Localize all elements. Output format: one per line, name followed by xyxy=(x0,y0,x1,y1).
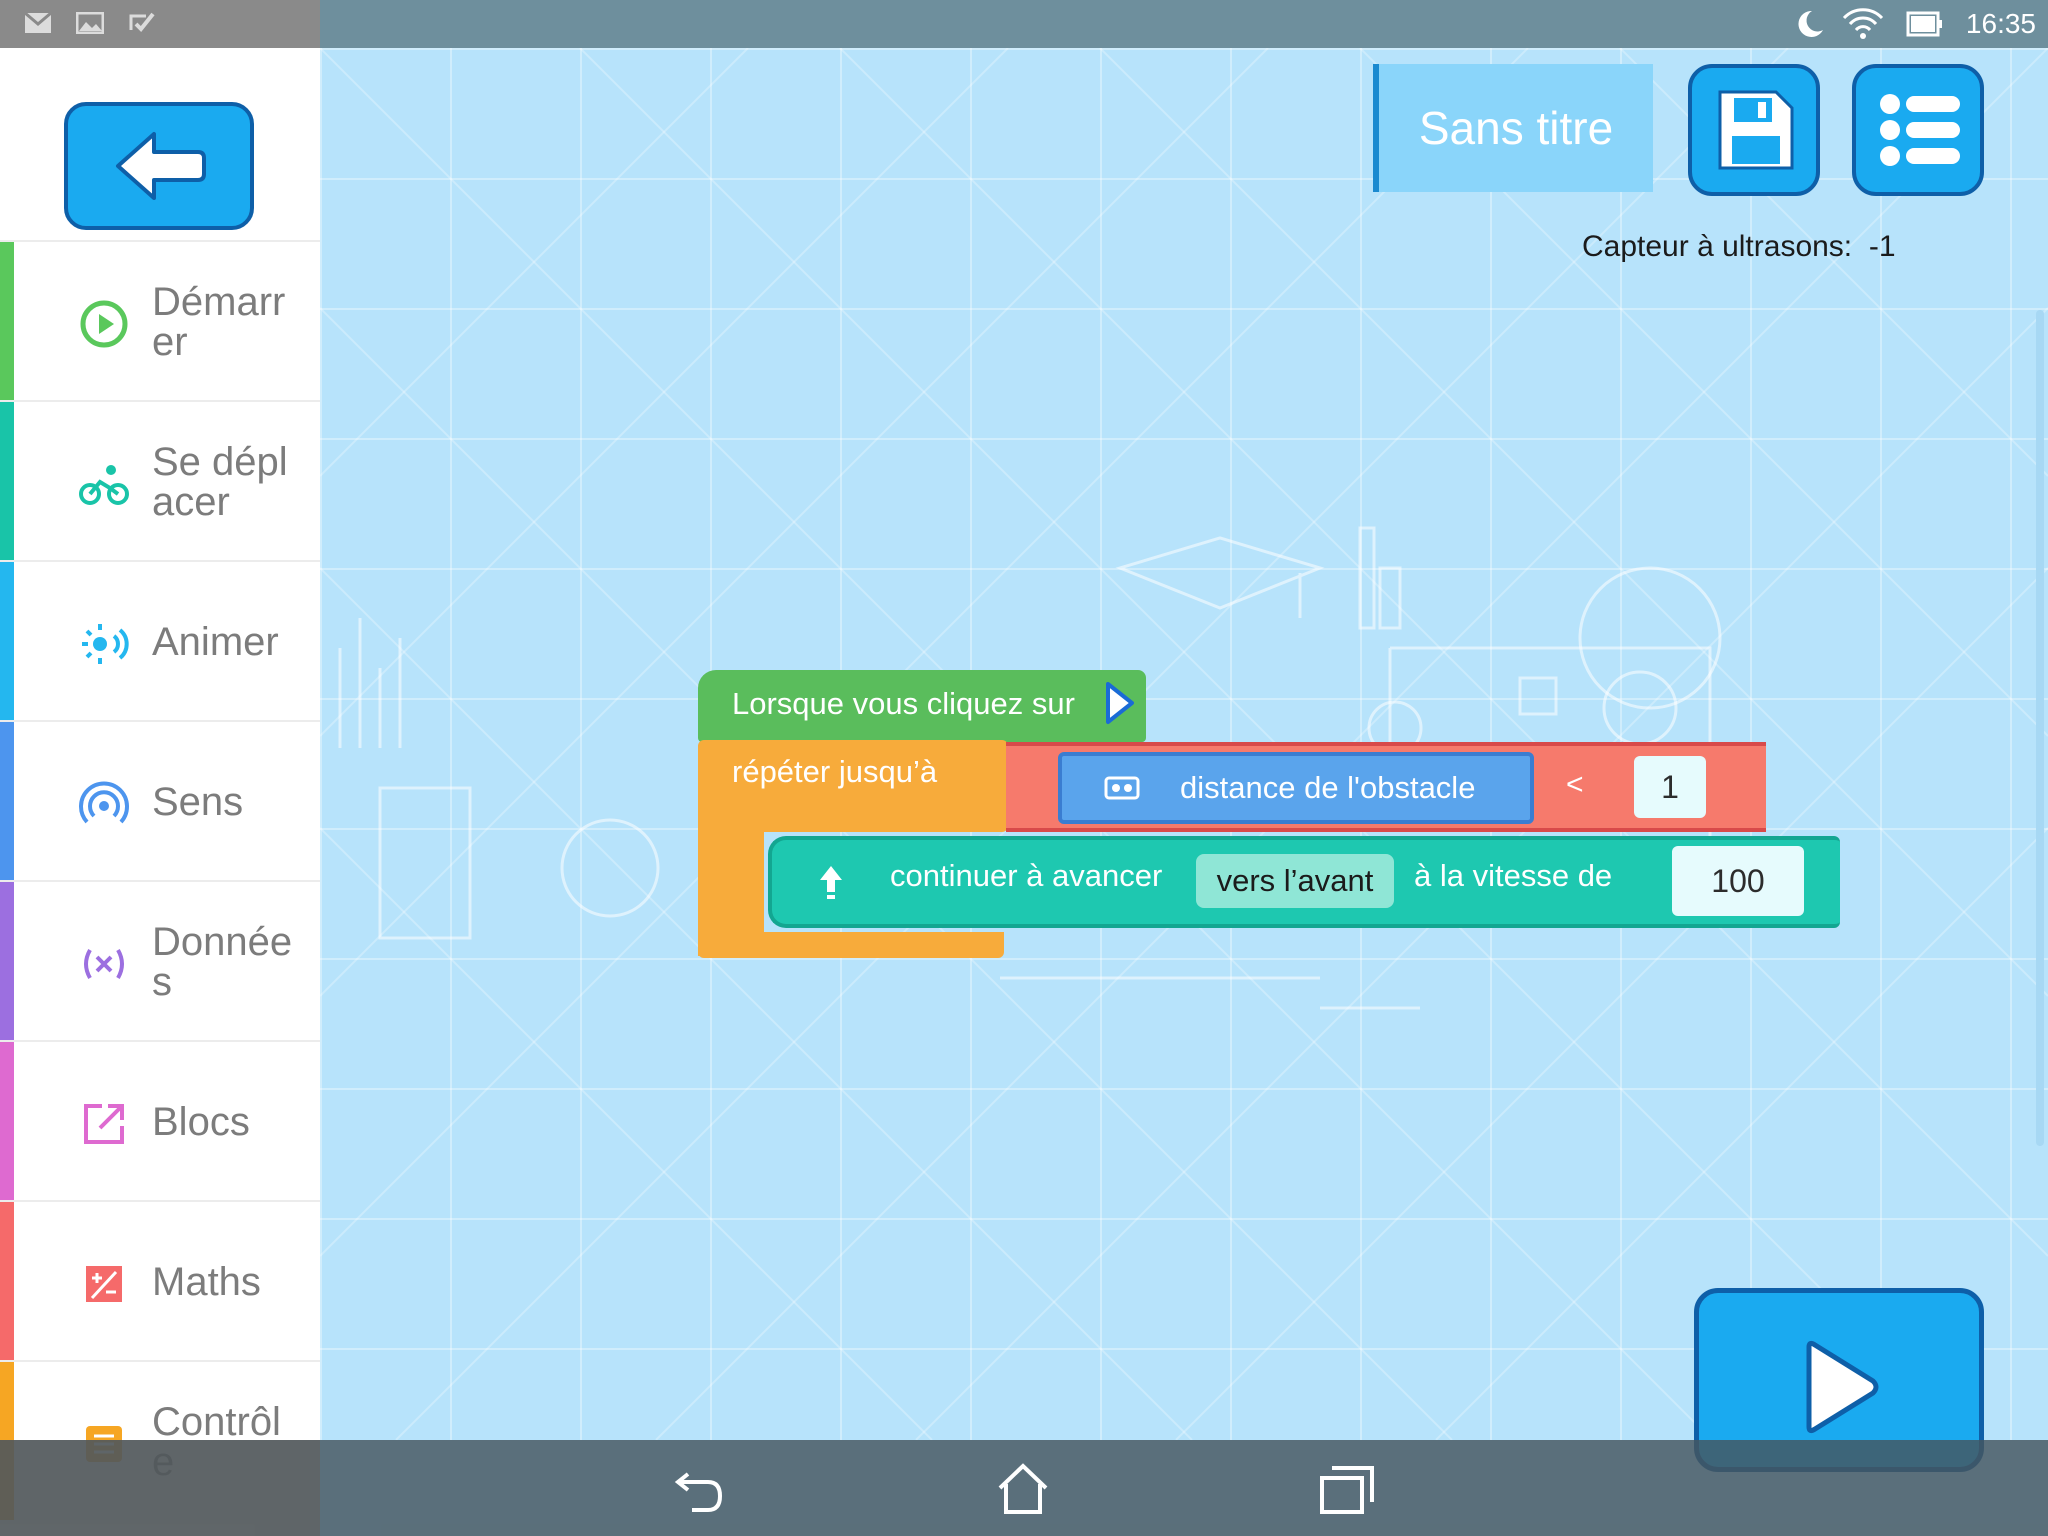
sensor-signal-icon xyxy=(79,781,129,824)
variable-x-icon xyxy=(84,949,124,979)
category-label: Donnée s xyxy=(152,920,293,1004)
category-label: Sens xyxy=(152,780,244,824)
obstacle-distance-block[interactable]: distance de l'obstacle xyxy=(1058,752,1534,824)
sidebar: Démarr er Se dépl acer Animer Sens Donné… xyxy=(0,48,320,1536)
category-move[interactable]: Se dépl acer xyxy=(0,400,320,560)
battery-icon xyxy=(1906,11,1942,37)
light-sound-icon xyxy=(82,624,129,664)
back-icon[interactable] xyxy=(668,1458,730,1520)
block-label: continuer à avancer xyxy=(890,858,1163,893)
direction-dropdown[interactable]: vers l’avant xyxy=(1196,854,1394,908)
clock: 16:35 xyxy=(1965,8,2036,39)
threshold-value-input[interactable]: 1 xyxy=(1634,756,1706,818)
moon-icon xyxy=(1798,10,1823,37)
category-color-bar xyxy=(0,562,14,720)
sensor-readout: Capteur à ultrasons: -1 xyxy=(1582,230,1896,264)
external-box-icon xyxy=(84,1104,124,1144)
arrow-up-icon xyxy=(820,866,842,899)
back-button[interactable] xyxy=(64,102,254,230)
gmail-icon xyxy=(24,12,52,33)
category-math[interactable]: Maths xyxy=(0,1200,320,1360)
home-icon[interactable] xyxy=(992,1458,1054,1520)
status-bar-left xyxy=(0,0,320,48)
category-blocks[interactable]: Blocs xyxy=(0,1040,320,1200)
when-clicked-block[interactable]: Lorsque vous cliquez sur xyxy=(698,670,1146,742)
save-button[interactable] xyxy=(1688,64,1820,196)
block-label: distance de l'obstacle xyxy=(1180,770,1476,805)
play-icon xyxy=(1806,1340,1879,1434)
category-sense[interactable]: Sens xyxy=(0,720,320,880)
category-label: Se dépl acer xyxy=(152,440,288,524)
speed-value-input[interactable]: 100 xyxy=(1672,846,1804,916)
category-label: Maths xyxy=(152,1260,261,1304)
floppy-save-icon xyxy=(1718,90,1794,170)
image-icon xyxy=(76,12,104,34)
play-flag-icon xyxy=(1106,682,1134,724)
bicycle-icon xyxy=(79,465,129,505)
operator-label: < xyxy=(1566,768,1584,801)
category-color-bar xyxy=(0,242,14,400)
category-data[interactable]: Donnée s xyxy=(0,880,320,1040)
navigation-bar-left xyxy=(0,1440,320,1536)
menu-button[interactable] xyxy=(1852,64,1984,196)
category-label: Démarr er xyxy=(152,280,286,364)
play-circle-icon xyxy=(80,300,128,348)
repeat-until-block[interactable]: répéter jusqu’à xyxy=(698,740,1008,832)
sensor-value: -1 xyxy=(1868,230,1896,263)
repeat-until-block-bottom xyxy=(698,932,1004,958)
category-animate[interactable]: Animer xyxy=(0,560,320,720)
block-label: répéter jusqu’à xyxy=(732,754,938,789)
category-color-bar xyxy=(0,1202,14,1360)
ultrasonic-sensor-icon xyxy=(1104,776,1140,800)
wifi-icon xyxy=(1842,8,1884,39)
category-label: Animer xyxy=(152,620,279,664)
arrow-left-icon xyxy=(116,132,206,200)
block-label: Lorsque vous cliquez sur xyxy=(732,686,1075,721)
list-menu-icon xyxy=(1880,94,1960,166)
category-color-bar xyxy=(0,402,14,560)
recents-icon[interactable] xyxy=(1316,1458,1378,1520)
project-title[interactable]: Sans titre xyxy=(1373,64,1653,192)
category-label: Blocs xyxy=(152,1100,250,1144)
category-color-bar xyxy=(0,722,14,880)
sensor-label: Capteur à ultrasons: xyxy=(1582,230,1853,263)
block-label: à la vitesse de xyxy=(1414,858,1613,893)
vertical-scrollbar[interactable] xyxy=(2036,310,2044,1146)
task-check-icon xyxy=(129,12,155,32)
category-color-bar xyxy=(0,1042,14,1200)
category-start[interactable]: Démarr er xyxy=(0,240,320,400)
category-color-bar xyxy=(0,882,14,1040)
math-square-icon xyxy=(86,1266,122,1302)
